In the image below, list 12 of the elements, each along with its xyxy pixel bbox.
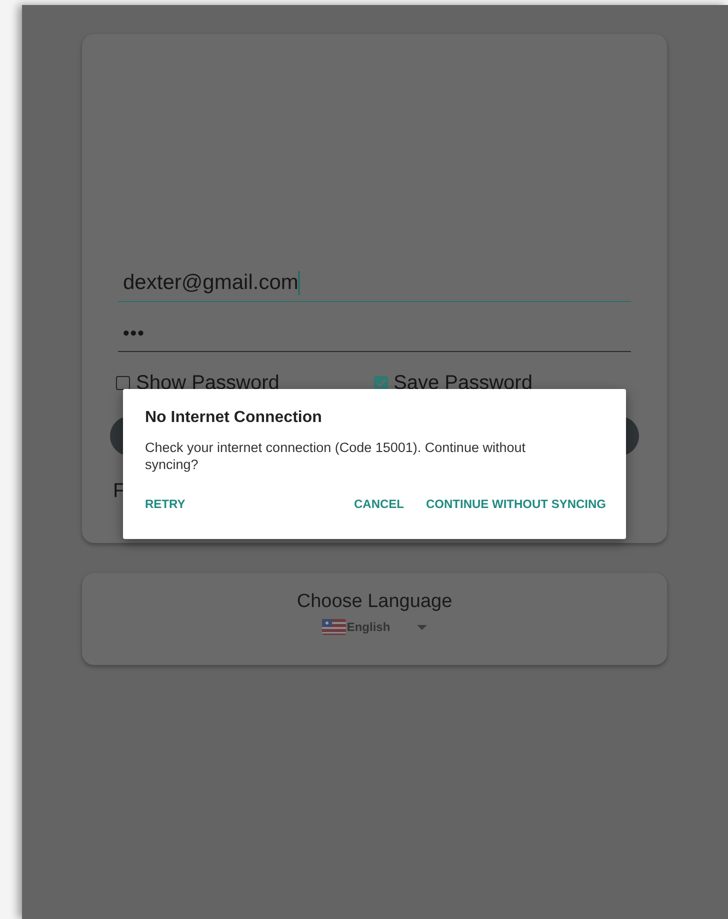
dialog-button[interactable]: CANCEL [354,497,404,511]
flag-icon [322,619,346,635]
dialog-message: Check your internet connection (Code 15001). Continue without syncing? [145,439,526,473]
email-field[interactable]: dexter@gmail.com [118,266,631,302]
dialog-button[interactable]: CONTINUE WITHOUT SYNCING [426,497,606,511]
language-title: Choose Language [296,591,452,613]
dropdown-caret-icon [417,624,428,630]
language-dropdown[interactable]: English [322,619,428,635]
password-field[interactable]: ••• [118,316,631,352]
checkbox[interactable] [374,376,388,390]
dialog-button[interactable]: RETRY [145,497,186,511]
dialog-title: No Internet Connection [145,409,323,427]
